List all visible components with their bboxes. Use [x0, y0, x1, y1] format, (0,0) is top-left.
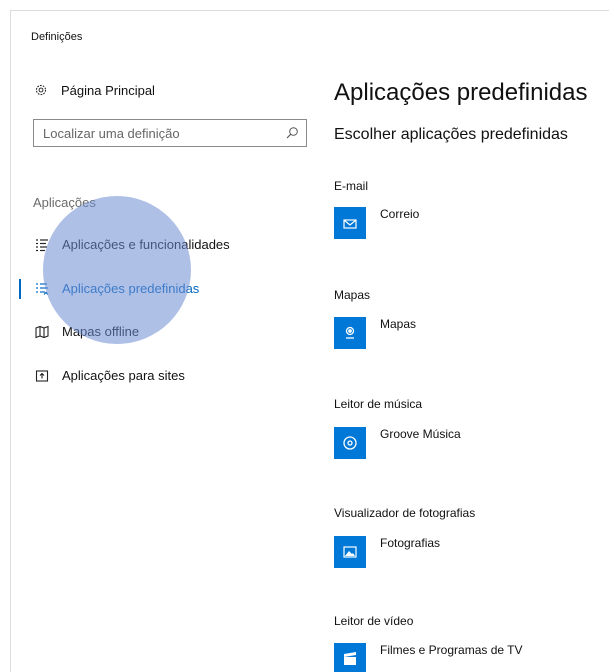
sidebar-item-offline-maps[interactable]: Mapas offline [11, 317, 311, 347]
home-label: Página Principal [61, 82, 155, 98]
app-name: Mapas [380, 317, 417, 331]
app-name: Groove Música [380, 427, 461, 441]
default-app-photos[interactable]: Fotografias [334, 536, 440, 568]
search-box[interactable] [33, 119, 307, 147]
default-app-email[interactable]: Correio [334, 207, 419, 239]
film-icon [334, 643, 366, 672]
music-disc-icon [334, 427, 366, 459]
sidebar-item-label: Aplicações predefinidas [62, 281, 200, 296]
category-label: Mapas [334, 288, 371, 302]
page-subtitle: Escolher aplicações predefinidas [334, 126, 568, 143]
default-apps-icon [35, 282, 49, 296]
sidebar-item-label: Aplicações e funcionalidades [62, 237, 230, 252]
main-panel: Aplicações predefinidas Escolher aplicaç… [334, 11, 609, 672]
app-name: Filmes e Programas de TV [380, 643, 523, 657]
app-name: Fotografias [380, 536, 441, 550]
gear-icon [33, 82, 49, 98]
default-app-maps[interactable]: Mapas [334, 317, 416, 349]
search-input[interactable] [34, 120, 273, 146]
active-indicator [19, 279, 21, 299]
category-label: Visualizador de fotografias [334, 506, 476, 520]
list-icon [35, 238, 49, 252]
home-link[interactable]: Página Principal [33, 82, 155, 98]
settings-window: Definições Página Principal Aplicações [10, 10, 609, 672]
link-window-icon [35, 369, 49, 383]
sidebar-item-label: Mapas offline [62, 324, 140, 339]
mail-icon [334, 207, 366, 239]
map-pin-icon [334, 317, 366, 349]
page-title: Aplicações predefinidas [334, 79, 588, 106]
photo-icon [334, 536, 366, 568]
default-app-video[interactable]: Filmes e Programas de TV [334, 643, 523, 672]
category-label: Leitor de música [334, 397, 423, 411]
sidebar: Página Principal Aplicações Ap [11, 11, 321, 672]
category-label: E-mail [334, 179, 369, 193]
category-label: Leitor de vídeo [334, 614, 414, 628]
sidebar-item-label: Aplicações para sites [62, 368, 185, 383]
search-icon[interactable] [285, 126, 299, 140]
sidebar-item-apps-for-websites[interactable]: Aplicações para sites [11, 361, 311, 391]
section-label: Aplicações [33, 195, 96, 210]
map-icon [35, 325, 49, 339]
sidebar-item-default-apps[interactable]: Aplicações predefinidas [11, 274, 311, 304]
sidebar-item-apps-features[interactable]: Aplicações e funcionalidades [11, 230, 311, 260]
app-name: Correio [380, 207, 420, 221]
default-app-music[interactable]: Groove Música [334, 427, 461, 459]
